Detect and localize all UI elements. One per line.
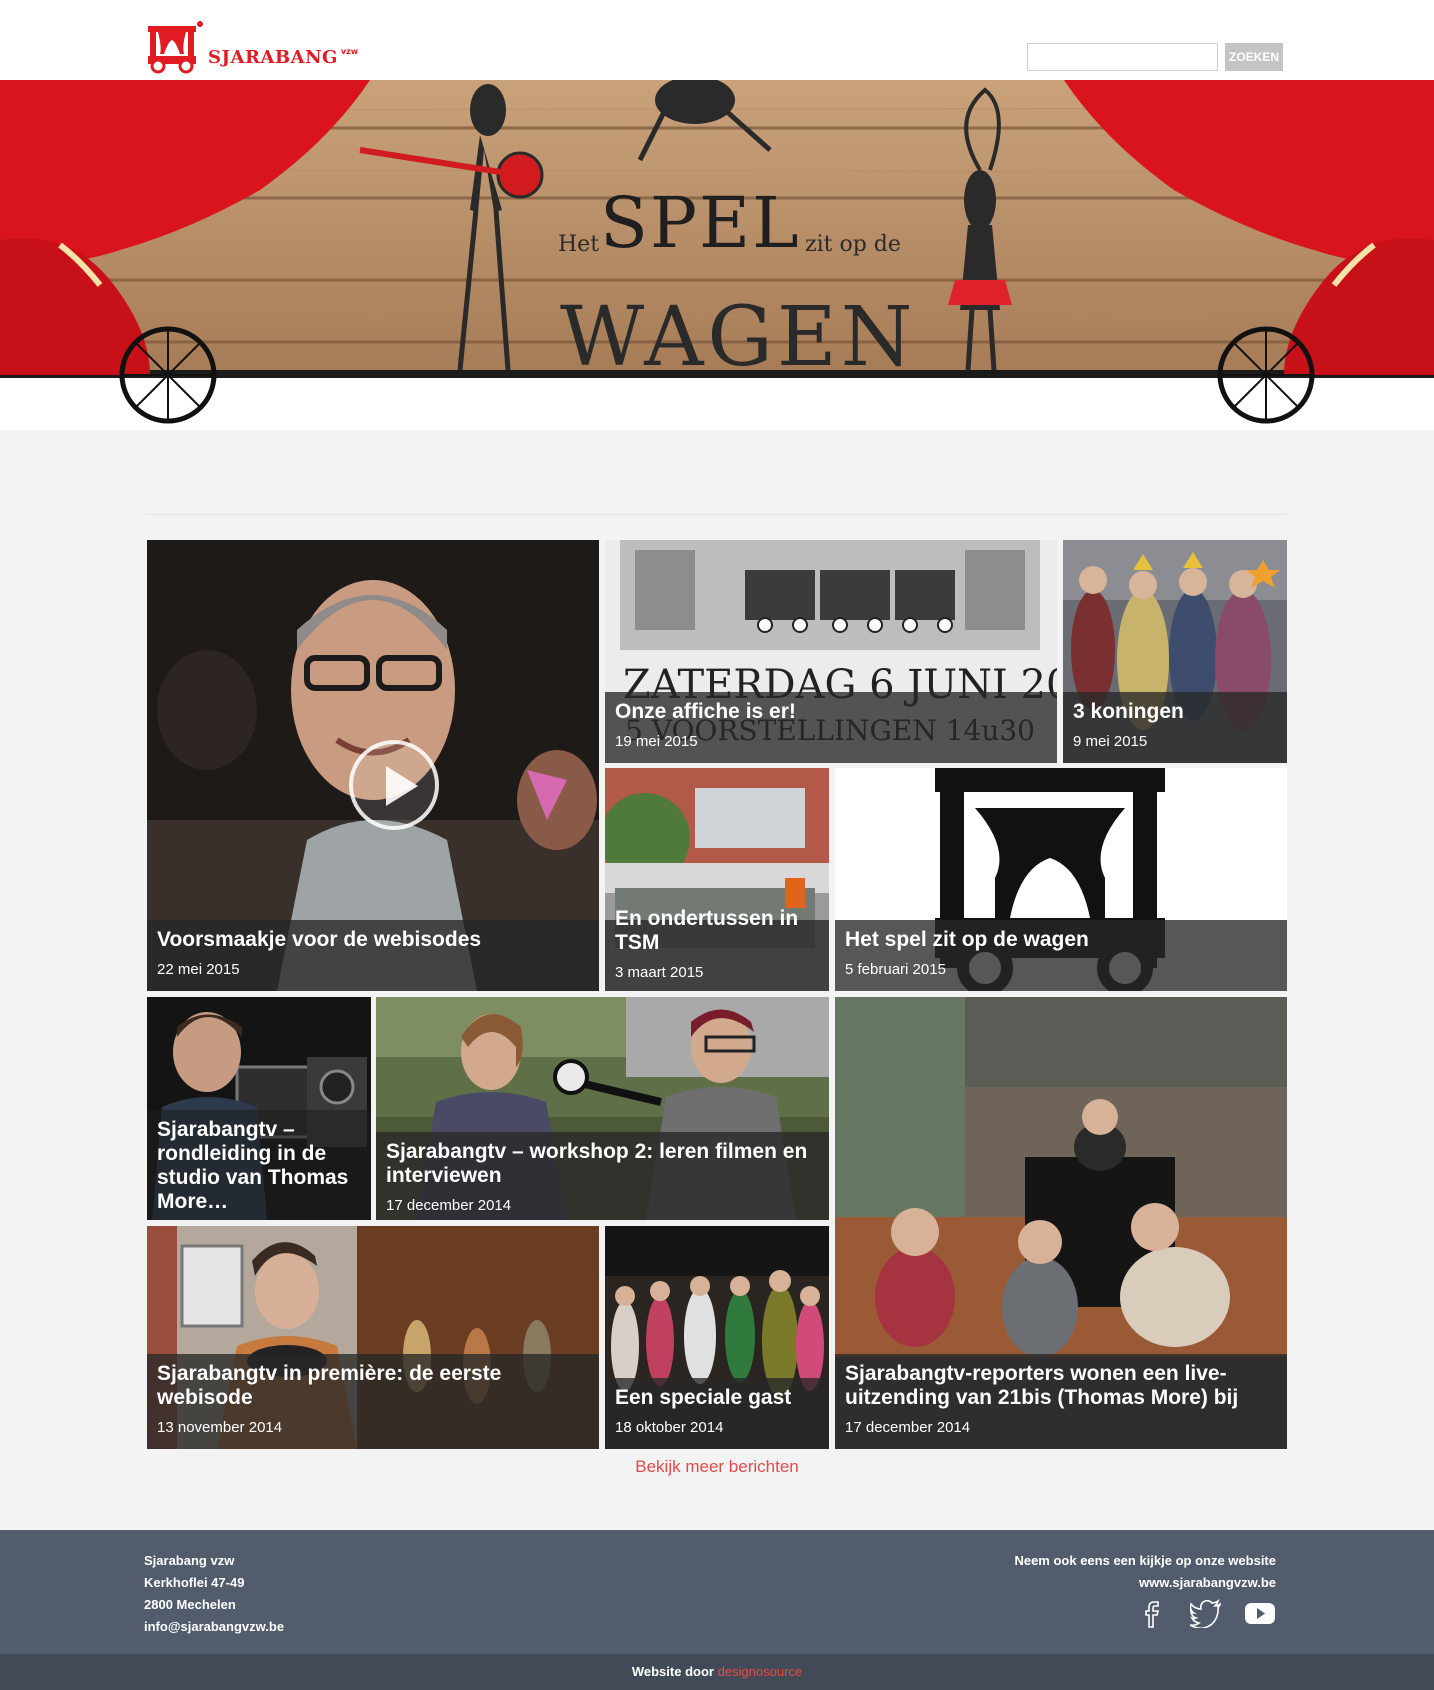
post-caption: Het spel zit op de wagen 5 februari 2015 [835,920,1287,991]
post-tile[interactable]: Een speciale gast 18 oktober 2014 [605,1226,829,1449]
facebook-icon[interactable] [1136,1598,1168,1628]
twitter-icon[interactable] [1189,1598,1222,1630]
post-tile[interactable]: Sjarabangtv – workshop 2: leren filmen e… [376,997,829,1220]
post-caption: Sjarabangtv in première: de eerste webis… [147,1354,599,1449]
city-address: 2800 Mechelen [144,1597,236,1612]
banner-word-wagen: WAGEN [560,290,917,385]
post-title: 3 koningen [1073,700,1184,723]
site-header: SJARABANG vzw ZOEKEN [0,0,1434,80]
youtube-icon[interactable] [1244,1598,1276,1628]
post-tile[interactable]: Sjarabangtv-reporters wonen een live-uit… [835,997,1287,1449]
website-cta: Neem ook eens een kijkje op onze website [1014,1553,1276,1568]
post-tile[interactable]: Voorsmaakje voor de webisodes 22 mei 201… [147,540,599,991]
post-title: Het spel zit op de wagen [845,928,1089,951]
search-button[interactable]: ZOEKEN [1225,43,1283,71]
post-caption: Een speciale gast 18 oktober 2014 [605,1378,829,1449]
post-title: Onze affiche is er! [615,700,796,723]
post-tile[interactable]: Sjarabangtv in première: de eerste webis… [147,1226,599,1449]
post-title: Sjarabangtv in première: de eerste webis… [157,1362,502,1409]
post-caption: Sjarabangtv – rondleiding in de studio v… [147,1110,371,1220]
post-caption: Voorsmaakje voor de webisodes 22 mei 201… [147,920,599,991]
post-date: 13 november 2014 [157,1419,283,1436]
post-caption: Sjarabangtv – workshop 2: leren filmen e… [376,1132,829,1220]
post-date: 17 december 2014 [386,1197,512,1214]
post-title: Sjarabangtv-reporters wonen een live-uit… [845,1362,1239,1409]
post-tile[interactable]: En ondertussen in TSM 3 maart 2015 [605,768,829,991]
website-link[interactable]: www.sjarabangvzw.be [1139,1575,1276,1590]
street-address: Kerkhoflei 47-49 [144,1575,245,1590]
post-date: 17 december 2014 [845,1419,971,1436]
logo-suffix: vzw [340,47,359,56]
credit-prefix: Website door [631,1664,714,1679]
post-title: Voorsmaakje voor de webisodes [157,928,482,951]
post-date: 22 mei 2015 [157,961,240,978]
post-caption: 3 koningen 9 mei 2015 [1063,692,1287,763]
email-link[interactable]: info@sjarabangvzw.be [144,1619,284,1634]
post-caption: Sjarabangtv-reporters wonen een live-uit… [835,1354,1287,1449]
hero-banner: Het SPEL zit op de WAGEN [0,80,1434,430]
post-date: 18 oktober 2014 [615,1419,724,1436]
post-tile[interactable]: Het spel zit op de wagen 5 februari 2015 [835,768,1287,991]
post-date: 3 maart 2015 [615,964,704,981]
post-tile[interactable]: ZATERDAG 6 JUNI 2015 5 VOORSTELLINGEN 14… [605,540,1057,763]
post-tile[interactable]: 3 koningen 9 mei 2015 [1063,540,1287,763]
more-posts-link[interactable]: Bekijk meer berichten [0,1457,1434,1477]
contact-block: Sjarabang vzw Kerkhoflei 47-49 2800 Mech… [144,1550,284,1638]
logo-wordmark: SJARABANG [208,47,338,68]
post-title: Sjarabangtv – workshop 2: leren filmen e… [386,1140,808,1187]
post-date: 5 februari 2015 [845,961,946,978]
post-title: Sjarabangtv – rondleiding in de studio v… [157,1118,349,1213]
play-video-icon[interactable] [349,740,439,830]
post-caption: Onze affiche is er! 19 mei 2015 [605,692,1057,763]
banner-word-het: Het [558,232,600,257]
post-date: 19 mei 2015 [615,733,698,750]
website-block: Neem ook eens een kijkje op onze website… [1014,1550,1276,1594]
social-links [1136,1598,1276,1630]
post-caption: En ondertussen in TSM 3 maart 2015 [605,907,829,991]
wagon-logo-icon [148,21,203,74]
post-title: En ondertussen in TSM [615,907,799,954]
site-logo[interactable]: SJARABANG vzw [146,14,376,74]
credits-bar: Website door designosource [0,1654,1434,1690]
banner-word-zit: zit op de [805,232,901,257]
banner-word-spel: SPEL [600,182,801,264]
post-title: Een speciale gast [615,1386,792,1409]
credit-link[interactable]: designosource [718,1664,803,1679]
site-footer: Sjarabang vzw Kerkhoflei 47-49 2800 Mech… [0,1530,1434,1654]
search-input[interactable] [1027,43,1218,71]
post-tile[interactable]: Sjarabangtv – rondleiding in de studio v… [147,997,371,1220]
org-name: Sjarabang vzw [144,1553,235,1568]
post-date: 9 mei 2015 [1073,733,1148,750]
content-divider [146,514,1287,515]
